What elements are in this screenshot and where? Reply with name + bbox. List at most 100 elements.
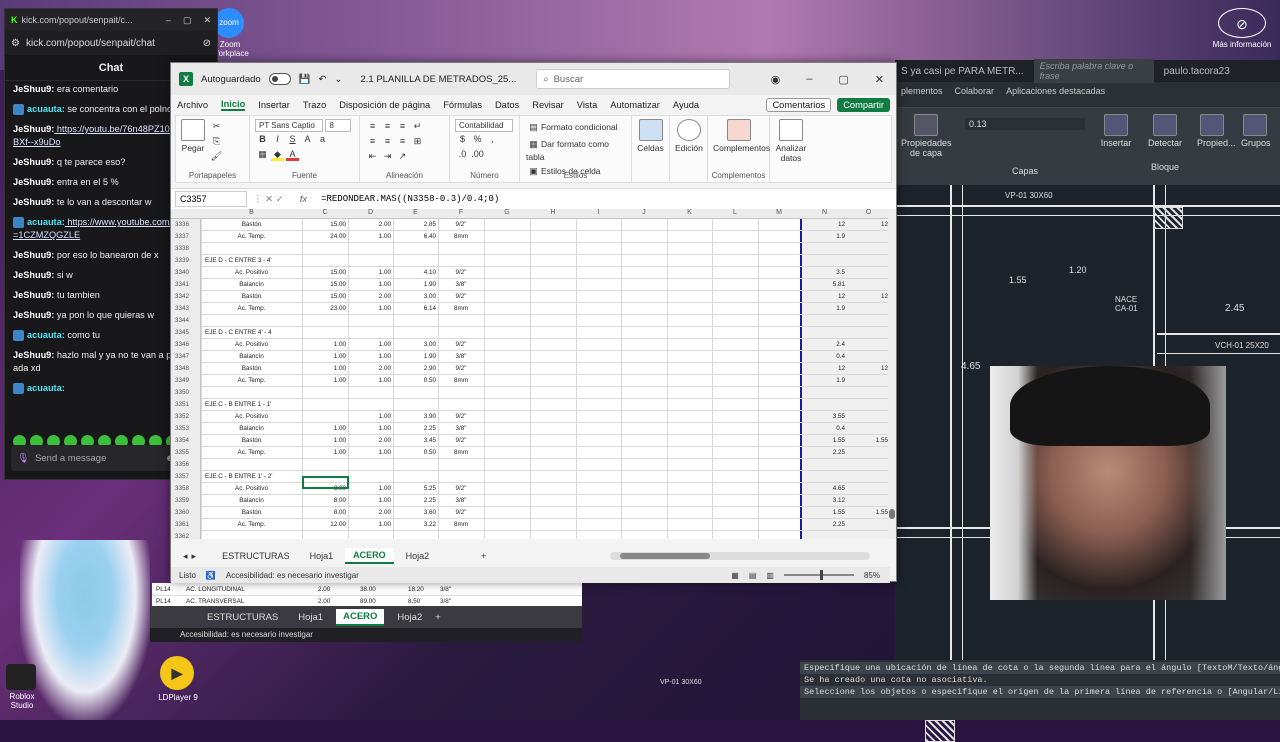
cell-d[interactable]: 1.00 — [350, 519, 391, 531]
zoom-slider[interactable] — [783, 570, 854, 580]
cell-d[interactable]: 1.00 — [350, 267, 391, 279]
accessibility-status[interactable]: Accesibilidad: es necesario investigar — [226, 571, 359, 580]
cell-e[interactable]: 1.90 — [395, 279, 436, 291]
cell-c[interactable]: 23.00 — [304, 303, 346, 315]
cell-o[interactable] — [849, 267, 888, 279]
cell-e[interactable] — [395, 399, 436, 411]
cell-o[interactable] — [849, 327, 888, 339]
cell-f[interactable]: 8mm — [440, 519, 482, 531]
cell-f[interactable]: 3/8" — [440, 279, 482, 291]
copy-icon[interactable]: ⎘ — [210, 135, 223, 148]
document-title[interactable]: 2.1 PLANILLA DE METRADOS_25... — [360, 74, 516, 85]
cell-d[interactable]: 1.00 — [350, 339, 391, 351]
analyze-data-button[interactable]: Analizar datos — [770, 116, 812, 182]
cell-f[interactable]: 9/2" — [440, 363, 482, 375]
cell-f[interactable] — [440, 243, 482, 255]
column-header[interactable]: D — [348, 209, 393, 216]
row-number[interactable]: 3358 — [171, 483, 201, 495]
row-number[interactable]: 3347 — [171, 351, 201, 363]
cell-f[interactable]: 9/2" — [440, 267, 482, 279]
cell-n2[interactable] — [804, 399, 845, 411]
bold-icon[interactable]: B — [256, 133, 269, 146]
cell-o[interactable]: 1.55 — [849, 507, 888, 519]
cell-d[interactable]: 1.00 — [350, 279, 391, 291]
microphone-icon[interactable]: 🎙 — [17, 453, 29, 464]
cell-d[interactable] — [350, 531, 391, 539]
cell-b[interactable]: Ac. Temp. — [203, 231, 300, 243]
tab-view[interactable]: Vista — [577, 100, 598, 110]
cell-n2[interactable]: 12 — [804, 219, 845, 231]
accessibility-icon[interactable]: ♿ — [206, 571, 216, 580]
chat-username[interactable]: JeShuu9: — [13, 250, 54, 260]
cell-n2[interactable]: 0.4 — [804, 351, 845, 363]
minimize-icon[interactable]: – — [166, 15, 171, 26]
customize-icon[interactable]: ⌄ — [335, 74, 343, 85]
bg-tab-acero[interactable]: ACERO — [336, 608, 385, 626]
cell-b[interactable] — [203, 243, 300, 255]
cell-e[interactable] — [395, 459, 436, 471]
cell-e[interactable] — [395, 387, 436, 399]
cell-o[interactable] — [849, 339, 888, 351]
cell-e[interactable]: 6.40 — [395, 231, 436, 243]
cell-b[interactable] — [203, 387, 300, 399]
cell-b[interactable] — [203, 459, 300, 471]
cells-button[interactable]: Celdas — [632, 116, 670, 182]
cell-n2[interactable] — [804, 255, 845, 267]
indent-increase-icon[interactable]: ⇥ — [381, 150, 394, 163]
cell-n2[interactable]: 12 — [804, 363, 845, 375]
chat-username[interactable]: JeShuu9: — [13, 124, 54, 134]
bg-accessibility-status[interactable]: Accesibilidad: es necesario investigar — [150, 628, 582, 642]
cell-e[interactable] — [395, 471, 436, 483]
merge-icon[interactable]: ⊞ — [411, 135, 424, 148]
cell-d[interactable] — [350, 459, 391, 471]
cell-d[interactable]: 1.00 — [350, 351, 391, 363]
column-header[interactable]: E — [393, 209, 438, 216]
border-icon[interactable]: ▦ — [256, 148, 269, 161]
cell-o[interactable] — [849, 231, 888, 243]
orientation-icon[interactable]: ↗ — [396, 150, 409, 163]
site-settings-icon[interactable]: ⚙ — [11, 38, 20, 49]
cell-o[interactable] — [849, 387, 888, 399]
cad-tab-collaborate[interactable]: Colaborar — [955, 86, 995, 96]
cell-c[interactable]: 15.00 — [304, 291, 346, 303]
autosave-toggle[interactable] — [268, 73, 291, 85]
cell-c[interactable] — [304, 243, 346, 255]
cell-f[interactable]: 9/2" — [440, 219, 482, 231]
cell-b[interactable]: Bastón — [203, 219, 300, 231]
cell-d[interactable] — [350, 255, 391, 267]
cell-b[interactable]: Ac. Temp. — [203, 303, 300, 315]
cell-e[interactable]: 2.90 — [395, 363, 436, 375]
decrease-decimal-icon[interactable]: .00 — [471, 148, 484, 161]
cell-e[interactable]: 2.25 — [395, 495, 436, 507]
tab-home[interactable]: Inicio — [221, 99, 246, 111]
tab-help[interactable]: Ayuda — [673, 100, 699, 110]
cell-c[interactable]: 8.00 — [304, 495, 346, 507]
row-number[interactable]: 3360 — [171, 507, 201, 519]
cell-e[interactable]: 0.50 — [395, 447, 436, 459]
cell-o[interactable] — [849, 483, 888, 495]
cell-e[interactable]: 1.90 — [395, 351, 436, 363]
cell-o[interactable] — [849, 471, 888, 483]
row-number[interactable]: 3343 — [171, 303, 201, 315]
underline-icon[interactable]: S — [286, 133, 299, 146]
row-number[interactable]: 3353 — [171, 423, 201, 435]
close-icon[interactable]: ✕ — [203, 15, 211, 26]
cell-b[interactable]: Ac. Temp. — [203, 519, 300, 531]
cell-o[interactable] — [849, 255, 888, 267]
increase-decimal-icon[interactable]: .0 — [456, 148, 469, 161]
addins-button[interactable]: Complementos — [713, 119, 770, 153]
cell-o[interactable]: 12 — [849, 219, 888, 231]
cell-c[interactable]: 8.00 — [304, 507, 346, 519]
cell-d[interactable]: 1.00 — [350, 447, 391, 459]
cell-c[interactable]: 1.00 — [304, 435, 346, 447]
cell-b[interactable] — [203, 315, 300, 327]
row-number[interactable]: 3357 — [171, 471, 201, 483]
chat-username[interactable]: acuauta: — [27, 217, 65, 227]
row-number[interactable]: 3362 — [171, 531, 201, 539]
cell-c[interactable]: 1.00 — [304, 339, 346, 351]
cell-o[interactable] — [849, 303, 888, 315]
cell-e[interactable]: 3.60 — [395, 507, 436, 519]
cell-n2[interactable]: 2.25 — [804, 447, 845, 459]
fill-color-icon[interactable]: ◆ — [271, 148, 284, 161]
cell-d[interactable] — [350, 471, 391, 483]
